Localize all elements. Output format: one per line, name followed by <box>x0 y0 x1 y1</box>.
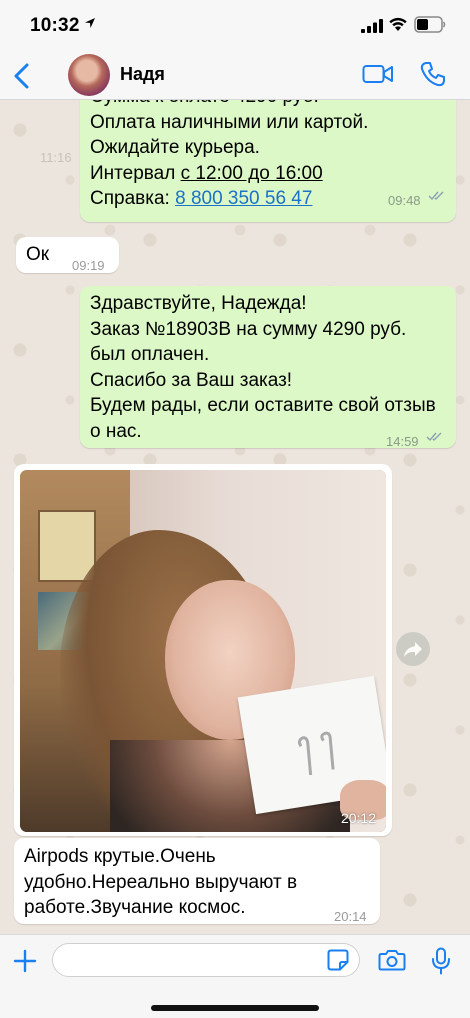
read-ticks-icon <box>426 432 442 442</box>
voice-call-button[interactable] <box>419 60 447 88</box>
microphone-button[interactable] <box>431 947 451 975</box>
message-time: 20:14 <box>334 909 367 924</box>
message-line: был оплачен. <box>90 344 210 365</box>
faded-timestamp: 11:16 <box>40 150 72 165</box>
photo-time: 20:12 <box>340 810 376 826</box>
message-line: Здравствуйте, Надежда! <box>90 293 307 314</box>
message-line: Заказ №18903В на сумму 4290 руб. <box>90 318 407 340</box>
message-bubble-review[interactable]: Airpods крутые.Очень удобно.Нереально вы… <box>14 838 380 924</box>
help-label: Справка: <box>90 188 176 209</box>
avatar[interactable] <box>68 54 110 96</box>
message-line: Сумма к оплате 4290 руб. <box>90 100 446 110</box>
status-bar: 10:32 <box>0 0 470 50</box>
forward-icon <box>404 642 422 657</box>
status-time: 10:32 <box>30 15 80 36</box>
message-time: 09:48 <box>388 193 421 208</box>
read-ticks-icon <box>428 191 444 201</box>
plus-button[interactable] <box>13 949 37 973</box>
message-line: Оплата наличными или картой. <box>90 111 369 133</box>
message-line: Airpods крутые.Очень <box>24 846 216 867</box>
message-bubble-payment-confirmation[interactable]: Здравствуйте, Надежда! Заказ №18903В на … <box>80 286 456 449</box>
home-indicator <box>151 1005 319 1011</box>
camera-button[interactable] <box>378 949 406 971</box>
battery-icon <box>414 16 446 33</box>
message-bubble-order-details[interactable]: Сумма к оплате 4290 руб. Оплата наличным… <box>80 100 456 222</box>
message-line: Будем рады, если оставите свой отзыв <box>90 395 436 416</box>
video-call-button[interactable] <box>362 63 394 85</box>
back-button[interactable] <box>10 62 34 90</box>
message-time: 09:19 <box>72 258 105 273</box>
message-bubble-ok[interactable]: Ок 09:19 <box>16 237 119 273</box>
sticker-button[interactable] <box>327 949 349 971</box>
help-phone-link[interactable]: 8 800 350 56 47 <box>175 188 312 209</box>
signal-icon <box>361 19 383 33</box>
interval-label: Интервал <box>90 162 181 184</box>
message-line-interval: Интервал с 12:00 до 16:00 <box>90 161 446 187</box>
message-input[interactable] <box>52 943 360 977</box>
message-line: работе.Звучание космос. <box>24 897 246 918</box>
message-line: Ожидайте курьера. <box>90 137 260 158</box>
photo-image[interactable]: 20:12 <box>20 470 386 832</box>
contact-name[interactable]: Надя <box>120 64 165 85</box>
message-line: Спасибо за Ваш заказ! <box>90 369 293 391</box>
forward-button[interactable] <box>396 632 430 666</box>
location-arrow-icon <box>85 18 95 28</box>
message-line: удобно.Нереально выручают в <box>24 871 298 893</box>
interval-value[interactable]: с 12:00 до 16:00 <box>181 163 323 184</box>
chat-area[interactable]: 11:16 Сумма к оплате 4290 руб. Оплата на… <box>0 100 470 934</box>
chat-header: Надя <box>0 50 470 100</box>
photo-message[interactable]: 20:12 <box>14 464 392 836</box>
message-time: 14:59 <box>386 434 419 449</box>
input-bar <box>0 934 470 1018</box>
wifi-icon <box>389 17 407 31</box>
